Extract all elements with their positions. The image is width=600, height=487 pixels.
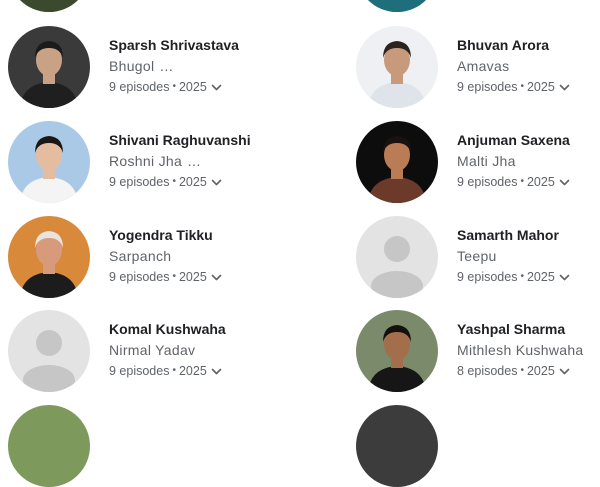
cast-avatar-partial[interactable]: [8, 0, 90, 12]
cast-card[interactable]: Shivani Raghuvanshi Roshni Jha… 9 episodes…: [8, 121, 258, 205]
cast-card[interactable]: Anjuman Saxena Malti Jha 9 episodes • 2025: [356, 121, 600, 205]
character-name: Roshni Jha…: [109, 152, 259, 170]
actor-name[interactable]: Samarth Mahor: [457, 226, 600, 244]
character-name: Amavas: [457, 57, 600, 75]
episode-year: 2025: [526, 175, 555, 189]
chevron-down-icon[interactable]: [211, 272, 222, 283]
character-name: Mithlesh Kushwaha: [457, 341, 600, 359]
character-name-text: Bhugol: [109, 58, 155, 74]
chevron-down-icon[interactable]: [211, 366, 222, 377]
separator-dot: •: [172, 271, 176, 282]
avatar[interactable]: [356, 26, 438, 108]
episode-year: 2025: [178, 175, 207, 189]
separator-dot: •: [520, 176, 524, 187]
cast-card[interactable]: Samarth Mahor Teepu 9 episodes • 2025: [356, 216, 600, 300]
cast-info: Yogendra Tikku Sarpanch 9 episodes • 2025: [109, 226, 259, 285]
episodes-toggle[interactable]: 9 episodes • 2025: [457, 174, 600, 190]
avatar[interactable]: [356, 121, 438, 203]
episodes-toggle[interactable]: 9 episodes • 2025: [457, 269, 600, 285]
cast-card[interactable]: Sparsh Shrivastava Bhugol… 9 episodes • 2025: [8, 26, 258, 110]
separator-dot: •: [172, 176, 176, 187]
chevron-down-icon[interactable]: [559, 82, 570, 93]
avatar[interactable]: [8, 26, 90, 108]
character-name-text: Malti Jha: [457, 153, 516, 169]
avatar[interactable]: [8, 121, 90, 203]
episodes-toggle[interactable]: 8 episodes • 2025: [457, 363, 600, 379]
actor-name[interactable]: Bhuvan Arora: [457, 36, 600, 54]
separator-dot: •: [520, 81, 524, 92]
actor-name[interactable]: Yogendra Tikku: [109, 226, 259, 244]
actor-name[interactable]: Shivani Raghuvanshi: [109, 131, 259, 149]
cast-avatar-partial[interactable]: [356, 0, 438, 12]
episode-count: 8 episodes: [457, 364, 518, 378]
separator-dot: •: [172, 365, 176, 376]
separator-dot: •: [520, 365, 524, 376]
character-name: Nirmal Yadav: [109, 341, 259, 359]
cast-avatar-partial[interactable]: [356, 405, 438, 487]
person-placeholder-icon: [8, 310, 90, 392]
episode-count: 9 episodes: [109, 175, 170, 189]
role-more-ellipsis[interactable]: …: [159, 58, 173, 74]
cast-info: Bhuvan Arora Amavas 9 episodes • 2025: [457, 36, 600, 95]
avatar[interactable]: [8, 216, 90, 298]
character-name: Sarpanch: [109, 247, 259, 265]
chevron-down-icon[interactable]: [559, 272, 570, 283]
episodes-toggle[interactable]: 9 episodes • 2025: [457, 79, 600, 95]
episodes-toggle[interactable]: 9 episodes • 2025: [109, 79, 259, 95]
cast-info: Samarth Mahor Teepu 9 episodes • 2025: [457, 226, 600, 285]
character-name-text: Amavas: [457, 58, 510, 74]
character-name-text: Sarpanch: [109, 248, 172, 264]
separator-dot: •: [172, 81, 176, 92]
avatar-placeholder[interactable]: [8, 310, 90, 392]
avatar-placeholder[interactable]: [356, 216, 438, 298]
episodes-toggle[interactable]: 9 episodes • 2025: [109, 363, 259, 379]
character-name-text: Mithlesh Kushwaha: [457, 342, 584, 358]
character-name-text: Roshni Jha: [109, 153, 183, 169]
actor-name[interactable]: Anjuman Saxena: [457, 131, 600, 149]
chevron-down-icon[interactable]: [211, 82, 222, 93]
role-more-ellipsis[interactable]: …: [187, 153, 201, 169]
cast-info: Yashpal Sharma Mithlesh Kushwaha 8 episode…: [457, 320, 600, 379]
actor-name[interactable]: Yashpal Sharma: [457, 320, 600, 338]
episodes-toggle[interactable]: 9 episodes • 2025: [109, 269, 259, 285]
person-placeholder-icon: [356, 216, 438, 298]
episode-year: 2025: [526, 364, 555, 378]
cast-info: Komal Kushwaha Nirmal Yadav 9 episodes • 202…: [109, 320, 259, 379]
episode-year: 2025: [526, 270, 555, 284]
episode-count: 9 episodes: [109, 80, 170, 94]
episodes-toggle[interactable]: 9 episodes • 2025: [109, 174, 259, 190]
character-name: Malti Jha: [457, 152, 600, 170]
character-name: Bhugol…: [109, 57, 259, 75]
cast-info: Shivani Raghuvanshi Roshni Jha… 9 episodes…: [109, 131, 259, 190]
episode-count: 9 episodes: [457, 270, 518, 284]
episode-year: 2025: [178, 364, 207, 378]
cast-avatar-partial[interactable]: [8, 405, 90, 487]
separator-dot: •: [520, 271, 524, 282]
avatar[interactable]: [356, 310, 438, 392]
character-name: Teepu: [457, 247, 600, 265]
episode-year: 2025: [178, 80, 207, 94]
episode-count: 9 episodes: [109, 364, 170, 378]
cast-card[interactable]: Yogendra Tikku Sarpanch 9 episodes • 2025: [8, 216, 258, 300]
episode-count: 9 episodes: [457, 80, 518, 94]
cast-info: Anjuman Saxena Malti Jha 9 episodes • 2025: [457, 131, 600, 190]
episode-year: 2025: [526, 80, 555, 94]
cast-info: Sparsh Shrivastava Bhugol… 9 episodes • 2025: [109, 36, 259, 95]
episode-count: 9 episodes: [109, 270, 170, 284]
actor-name[interactable]: Komal Kushwaha: [109, 320, 259, 338]
chevron-down-icon[interactable]: [559, 177, 570, 188]
actor-name[interactable]: Sparsh Shrivastava: [109, 36, 259, 54]
cast-grid: Sparsh Shrivastava Bhugol… 9 episodes • 2025…: [0, 0, 600, 487]
character-name-text: Teepu: [457, 248, 497, 264]
episode-count: 9 episodes: [457, 175, 518, 189]
cast-card[interactable]: Yashpal Sharma Mithlesh Kushwaha 8 episode…: [356, 310, 600, 394]
episode-year: 2025: [178, 270, 207, 284]
cast-card[interactable]: Komal Kushwaha Nirmal Yadav 9 episodes • 202…: [8, 310, 258, 394]
cast-card[interactable]: Bhuvan Arora Amavas 9 episodes • 2025: [356, 26, 600, 110]
chevron-down-icon[interactable]: [559, 366, 570, 377]
character-name-text: Nirmal Yadav: [109, 342, 196, 358]
chevron-down-icon[interactable]: [211, 177, 222, 188]
